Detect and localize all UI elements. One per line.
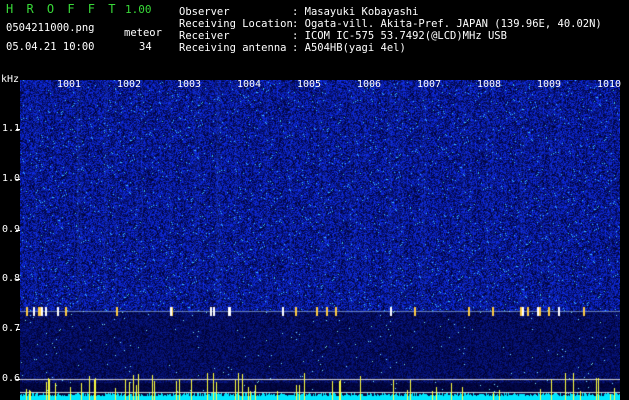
x-tick-label: 1002 — [117, 79, 142, 90]
app-version: 1.00 — [125, 3, 152, 16]
meteor-count-value: 34 — [139, 41, 152, 53]
location-label: Receiving Location — [179, 18, 293, 30]
antenna-value: : A504HB(yagi 4el) — [292, 42, 406, 54]
antenna-label: Receiving antenna — [179, 42, 287, 54]
observer-label: Observer — [179, 6, 230, 18]
x-tick-label: 1004 — [237, 79, 262, 90]
x-tick-label: 1003 — [177, 79, 202, 90]
receiver-label: Receiver — [179, 30, 230, 42]
x-tick-label: 1010 — [597, 79, 622, 90]
spectrogram-plot — [20, 80, 620, 400]
date-time: 05.04.21 10:00 — [6, 41, 95, 53]
x-tick-label: 1001 — [57, 79, 82, 90]
y-axis-unit: kHz — [1, 74, 20, 85]
x-tick-label: 1009 — [537, 79, 562, 90]
x-tick-label: 1005 — [297, 79, 322, 90]
location-value: : Ogata-vill. Akita-Pref. JAPAN (139.96E… — [292, 18, 602, 30]
x-tick-label: 1008 — [477, 79, 502, 90]
app-title: H R O F F T — [6, 2, 119, 16]
observer-value: : Masayuki Kobayashi — [292, 6, 419, 18]
x-tick-label: 1007 — [417, 79, 442, 90]
meteor-count-label: meteor — [124, 27, 162, 39]
file-name: 0504211000.png — [6, 22, 95, 34]
receiver-value: : ICOM IC-575 53.7492(@LCD)MHz USB — [292, 30, 507, 42]
x-tick-label: 1006 — [357, 79, 382, 90]
